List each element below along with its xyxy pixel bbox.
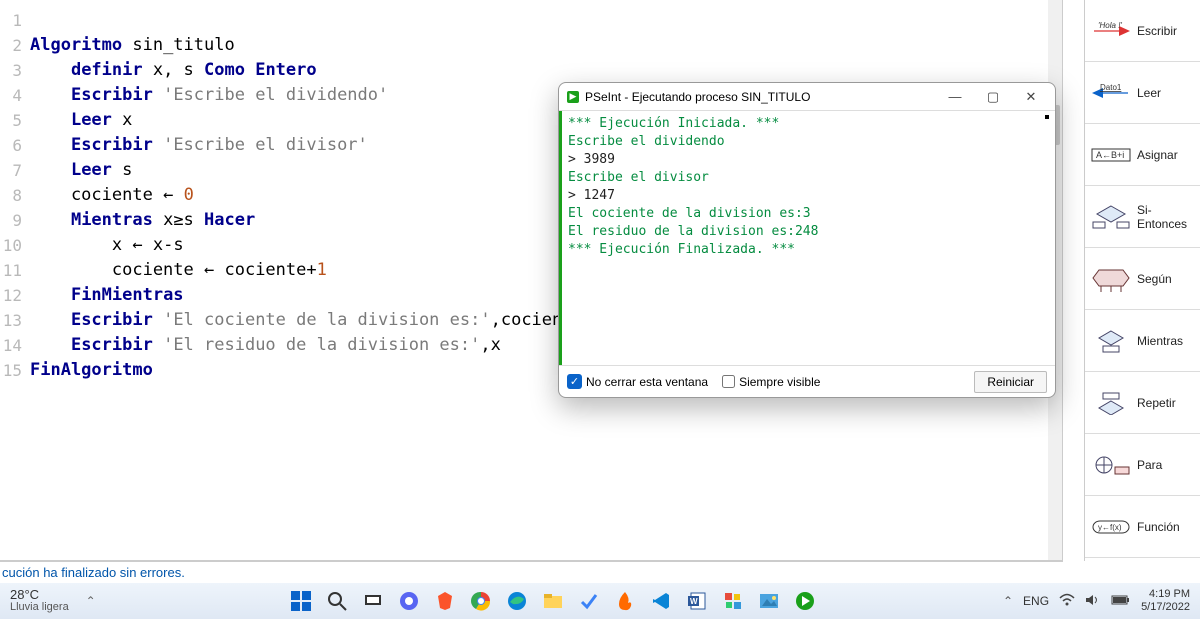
cursor-dot [1045,115,1049,119]
line-gutter: 12345 678910 1112131415 [0,0,26,560]
kw-algoritmo: Algoritmo [30,35,122,55]
flame-icon[interactable] [614,590,636,612]
weather-widget[interactable]: 28°C Lluvia ligera [0,588,79,614]
asignar-icon: A←B+i [1091,137,1131,173]
svg-text:y←f(x): y←f(x) [1098,523,1122,532]
kw-finalgoritmo: FinAlgoritmo [30,360,153,380]
leer-icon: Dato1 [1091,75,1131,111]
taskbar[interactable]: 28°C Lluvia ligera ⌃ [0,583,1200,619]
cmd-para[interactable]: Para [1085,434,1200,496]
photos-icon[interactable] [758,590,780,612]
cmd-label: Si-Entonces [1137,203,1200,231]
alg-name: sin_titulo [122,35,235,55]
todo-icon[interactable] [578,590,600,612]
para-icon [1091,447,1131,483]
cmd-escribir[interactable]: 'Hola !' Escribir [1085,0,1200,62]
vscode-icon[interactable] [650,590,672,612]
mientras-icon [1091,323,1131,359]
taskview-icon[interactable] [362,590,384,612]
chat-icon[interactable] [398,590,420,612]
restart-button[interactable]: Reiniciar [974,371,1047,393]
popup-footer: ✓ No cerrar esta ventana Siempre visible… [559,365,1055,397]
popup-titlebar[interactable]: ▶ PSeInt - Ejecutando proceso SIN_TITULO… [559,83,1055,111]
command-panel: 'Hola !' Escribir Dato1 Leer A←B+i Asign… [1084,0,1200,561]
checkbox[interactable] [722,375,735,388]
word-icon[interactable]: W [686,590,708,612]
chk-label: Siempre visible [739,375,820,389]
escribir-icon: 'Hola !' [1091,13,1131,49]
cmd-label: Escribir [1137,24,1200,38]
chevron-up-icon[interactable]: ⌃ [79,594,103,608]
si-icon [1091,199,1131,235]
cmd-si-entonces[interactable]: Si-Entonces [1085,186,1200,248]
cmd-label: Asignar [1137,148,1200,162]
run-icon: ▶ [567,91,579,103]
svg-text:W: W [690,597,698,606]
console-output[interactable]: *** Ejecución Iniciada. *** Escribe el d… [559,111,1055,365]
cmd-label: Repetir [1137,396,1200,410]
svg-text:A←B+i: A←B+i [1096,150,1124,160]
volume-icon[interactable] [1085,593,1101,610]
funcion-icon: y←f(x) [1091,509,1131,545]
chk-no-close[interactable]: ✓ No cerrar esta ventana [567,374,708,389]
check-icon: ✓ [567,374,582,389]
repetir-icon [1091,385,1131,421]
chk-always-visible[interactable]: Siempre visible [722,375,820,389]
cmd-label: Mientras [1137,334,1200,348]
lang-indicator[interactable]: ENG [1023,594,1049,608]
code-area[interactable]: Algoritmo sin_titulo definir x, s Como E… [30,0,583,408]
app-icon[interactable] [722,590,744,612]
cmd-label: Función [1137,520,1200,534]
brave-icon[interactable] [434,590,456,612]
clock-date: 5/17/2022 [1141,601,1190,614]
execution-window[interactable]: ▶ PSeInt - Ejecutando proceso SIN_TITULO… [558,82,1056,398]
minimize-button[interactable]: — [939,89,971,104]
cmd-repetir[interactable]: Repetir [1085,372,1200,434]
search-icon[interactable] [326,590,348,612]
clock-time: 4:19 PM [1141,588,1190,601]
edge-icon[interactable] [506,590,528,612]
chk-label: No cerrar esta ventana [586,375,708,389]
weather-temp: 28°C [10,588,69,601]
clock[interactable]: 4:19 PM 5/17/2022 [1141,588,1190,614]
svg-text:'Hola !': 'Hola !' [1098,21,1122,30]
status-text: cución ha finalizado sin errores. [2,565,185,580]
cmd-asignar[interactable]: A←B+i Asignar [1085,124,1200,186]
close-button[interactable]: ✕ [1015,89,1047,105]
weather-cond: Lluvia ligera [10,601,69,614]
chrome-icon[interactable] [470,590,492,612]
taskbar-center: W [103,590,1003,612]
cmd-leer[interactable]: Dato1 Leer [1085,62,1200,124]
status-bar: cución ha finalizado sin errores. [0,561,1063,583]
cmd-segun[interactable]: Según [1085,248,1200,310]
segun-icon [1091,261,1131,297]
cmd-funcion[interactable]: y←f(x) Función [1085,496,1200,558]
cmd-label: Según [1137,272,1200,286]
cmd-mientras[interactable]: Mientras [1085,310,1200,372]
system-tray[interactable]: ⌃ ENG 4:19 PM 5/17/2022 [1003,588,1200,614]
wifi-icon[interactable] [1059,593,1075,610]
battery-icon[interactable] [1111,594,1131,609]
popup-title-text: PSeInt - Ejecutando proceso SIN_TITULO [585,90,810,104]
cmd-label: Para [1137,458,1200,472]
cmd-label: Leer [1137,86,1200,100]
svg-text:Dato1: Dato1 [1100,83,1122,92]
start-icon[interactable] [290,590,312,612]
pseint-icon[interactable] [794,590,816,612]
maximize-button[interactable]: ▢ [977,89,1009,105]
explorer-icon[interactable] [542,590,564,612]
tray-chevron-icon[interactable]: ⌃ [1003,594,1013,608]
